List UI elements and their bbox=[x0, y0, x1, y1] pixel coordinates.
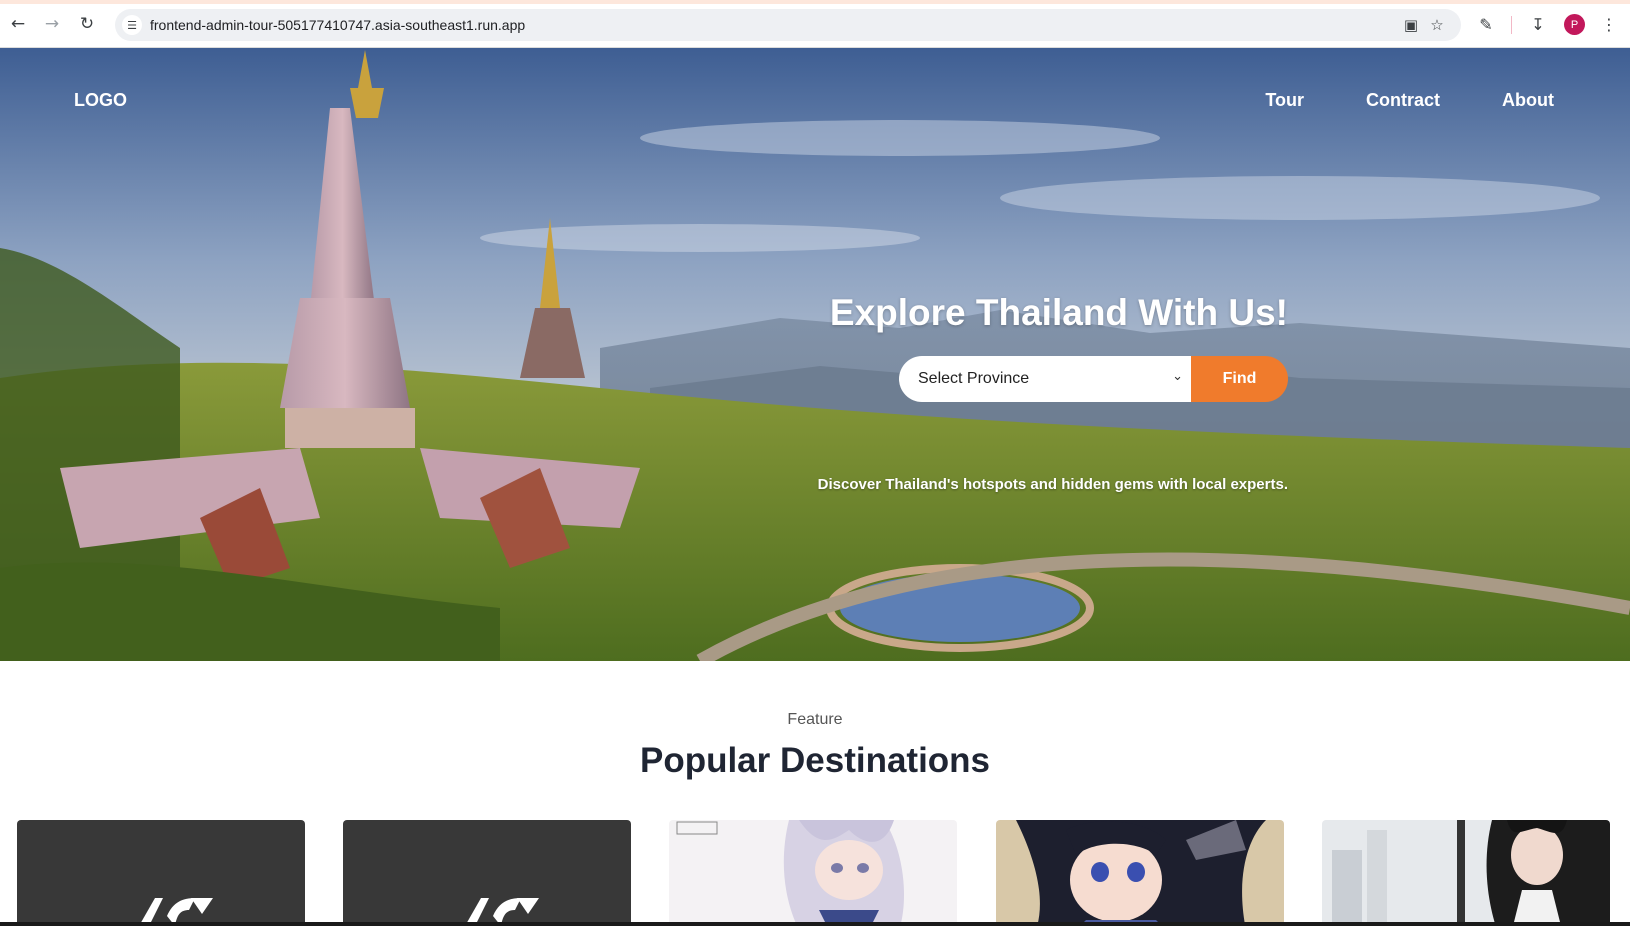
destination-card[interactable] bbox=[1322, 820, 1610, 926]
destination-card-image bbox=[1322, 820, 1610, 926]
destination-card-image bbox=[996, 820, 1284, 926]
nav-link-tour[interactable]: Tour bbox=[1265, 90, 1304, 111]
install-icon[interactable]: ▣ bbox=[1401, 15, 1421, 35]
section-title: Popular Destinations bbox=[639, 741, 991, 780]
province-select[interactable]: Select Province ⌄ bbox=[899, 356, 1191, 402]
site-settings-icon[interactable]: ☰ bbox=[122, 15, 142, 35]
tab-strip-edge bbox=[0, 0, 1630, 4]
extensions-icon[interactable]: ✎ bbox=[1475, 13, 1497, 35]
hero-banner: LOGO Tour Contract About Explore Thailan… bbox=[0, 48, 1630, 661]
destination-card-image bbox=[17, 820, 305, 926]
chevron-down-icon: ⌄ bbox=[1172, 369, 1183, 384]
hero-background-image bbox=[0, 48, 1630, 661]
bookmark-star-icon[interactable]: ☆ bbox=[1427, 15, 1447, 35]
download-icon[interactable]: ↧ bbox=[1527, 13, 1549, 35]
browser-toolbar: ← → ↻ ☰ frontend-admin-tour-505177410747… bbox=[0, 0, 1630, 48]
destination-card-image bbox=[343, 820, 631, 926]
url-text[interactable]: frontend-admin-tour-505177410747.asia-so… bbox=[150, 17, 525, 33]
destination-cards bbox=[0, 820, 1630, 926]
page-bottom-edge bbox=[0, 922, 1630, 926]
nav-link-about[interactable]: About bbox=[1502, 90, 1554, 111]
hero-subtitle: Discover Thailand's hotspots and hidden … bbox=[817, 476, 1288, 493]
nav-link-contract[interactable]: Contract bbox=[1366, 90, 1440, 111]
hero-title: Explore Thailand With Us! bbox=[829, 292, 1288, 333]
destination-card[interactable] bbox=[17, 820, 305, 926]
destination-card[interactable] bbox=[343, 820, 631, 926]
find-button[interactable]: Find bbox=[1191, 356, 1288, 402]
reload-icon[interactable]: ↻ bbox=[76, 13, 98, 35]
destination-card-image bbox=[669, 820, 957, 926]
address-bar[interactable]: ☰ frontend-admin-tour-505177410747.asia-… bbox=[115, 9, 1461, 41]
site-logo[interactable]: LOGO bbox=[74, 90, 127, 111]
menu-icon[interactable]: ⋮ bbox=[1598, 13, 1620, 35]
top-nav: Tour Contract About bbox=[1265, 90, 1554, 111]
destination-card[interactable] bbox=[669, 820, 957, 926]
province-search: Select Province ⌄ Find bbox=[899, 356, 1288, 402]
profile-avatar[interactable]: P bbox=[1564, 14, 1585, 35]
toolbar-divider bbox=[1511, 16, 1512, 34]
back-icon[interactable]: ← bbox=[7, 13, 29, 35]
forward-icon[interactable]: → bbox=[41, 13, 63, 35]
province-select-value: Select Province bbox=[918, 370, 1030, 387]
destination-card[interactable] bbox=[996, 820, 1284, 926]
section-eyebrow: Feature bbox=[787, 711, 843, 728]
